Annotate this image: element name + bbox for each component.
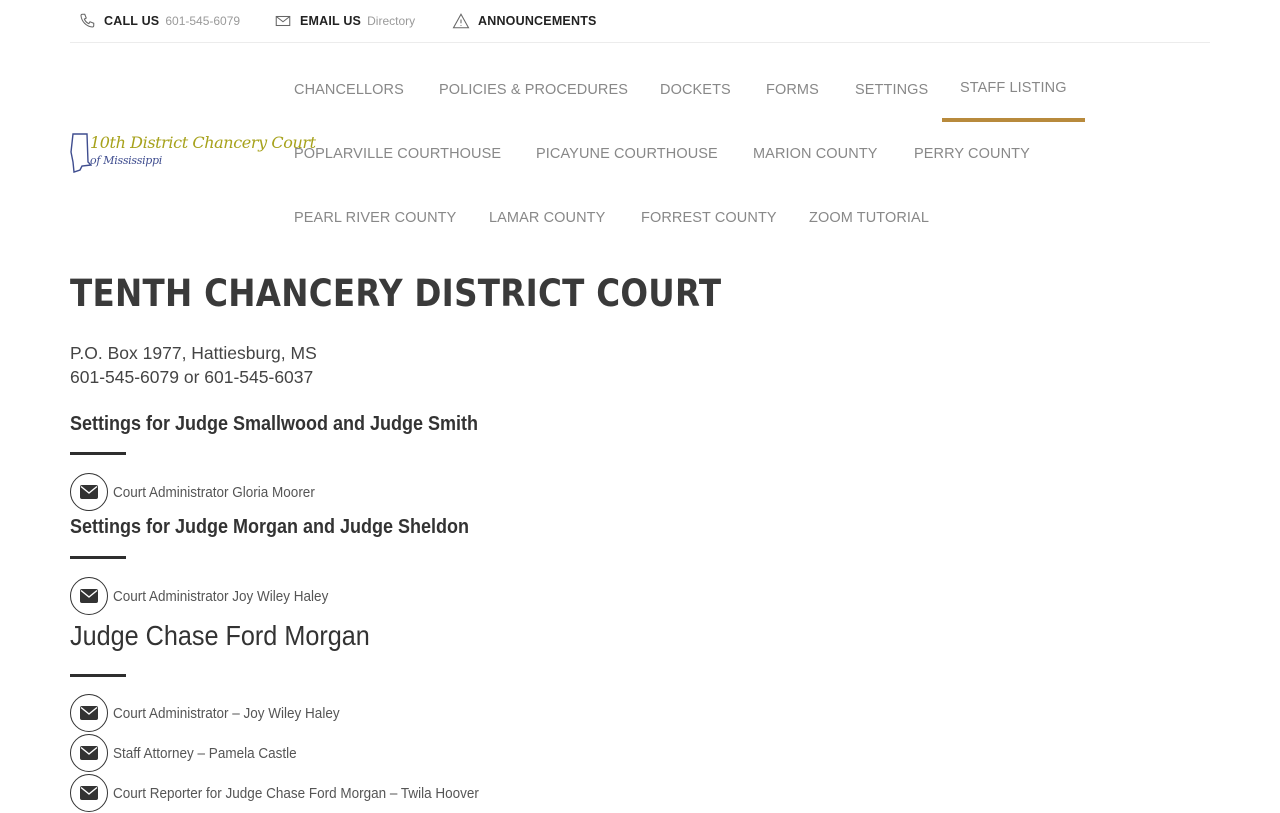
top-bar: CALL US 601-545-6079 EMAIL US Directory … (70, 0, 1210, 43)
nav-picayune-courthouse[interactable]: PICAYUNE COURTHOUSE (536, 122, 718, 186)
contact-staff-attorney[interactable]: Staff Attorney – Pamela Castle (70, 733, 317, 773)
email-icon[interactable] (70, 774, 108, 812)
judge-heading: Judge Chase Ford Morgan (70, 620, 370, 651)
heading-divider (70, 452, 126, 455)
contact-label[interactable]: Court Administrator – Joy Wiley Haley (113, 705, 340, 722)
email-icon[interactable] (70, 473, 108, 511)
contact-label[interactable]: Court Reporter for Judge Chase Ford Morg… (113, 785, 479, 802)
call-us-link[interactable]: CALL US 601-545-6079 (78, 10, 240, 32)
call-us-number: 601-545-6079 (165, 14, 241, 28)
email-icon[interactable] (70, 577, 108, 615)
nav-staff-listing[interactable]: STAFF LISTING (942, 58, 1085, 122)
contact-label[interactable]: Court Administrator Joy Wiley Haley (113, 588, 328, 605)
phone-numbers: 601-545-6079 or 601-545-6037 (70, 367, 314, 387)
nav-poplarville-courthouse[interactable]: POPLARVILLE COURTHOUSE (294, 122, 501, 186)
contact-gloria-moorer[interactable]: Court Administrator Gloria Moorer (70, 472, 337, 512)
nav-forrest-county[interactable]: FORREST COUNTY (641, 186, 777, 250)
nav-marion-county[interactable]: MARION COUNTY (753, 122, 878, 186)
phone-icon (80, 13, 95, 28)
email-icon[interactable] (70, 694, 108, 732)
contact-label[interactable]: Staff Attorney – Pamela Castle (113, 745, 297, 762)
nav-chancellors[interactable]: CHANCELLORS (294, 58, 404, 122)
call-us-label: CALL US (104, 14, 160, 28)
email-us-link[interactable]: EMAIL US Directory (274, 10, 415, 32)
email-icon[interactable] (70, 734, 108, 772)
contact-court-administrator[interactable]: Court Administrator – Joy Wiley Haley (70, 693, 365, 733)
address-line: P.O. Box 1977, Hattiesburg, MS (70, 343, 317, 363)
section-heading-morgan-sheldon: Settings for Judge Morgan and Judge Shel… (70, 516, 470, 538)
heading-divider (70, 556, 126, 559)
nav-perry-county[interactable]: PERRY COUNTY (914, 122, 1030, 186)
contact-label[interactable]: Court Administrator Gloria Moorer (113, 484, 315, 501)
logo-title: 10th District Chancery Court (90, 133, 316, 152)
nav-forms[interactable]: FORMS (766, 58, 819, 122)
nav-pearl-river-county[interactable]: PEARL RIVER COUNTY (294, 186, 456, 250)
nav-lamar-county[interactable]: LAMAR COUNTY (489, 186, 605, 250)
page-title: TENTH CHANCERY DISTRICT COURT (70, 272, 722, 315)
nav-dockets[interactable]: DOCKETS (660, 58, 731, 122)
email-us-directory: Directory (367, 14, 416, 28)
site-logo[interactable]: 10th District Chancery Court of Mississi… (70, 128, 316, 180)
contact-joy-wiley-haley[interactable]: Court Administrator Joy Wiley Haley (70, 576, 352, 616)
section-heading-smallwood-smith: Settings for Judge Smallwood and Judge S… (70, 413, 479, 435)
announcements-link[interactable]: ANNOUNCEMENTS (452, 10, 597, 32)
logo-subtitle: of Mississippi (90, 154, 162, 167)
envelope-icon (275, 15, 291, 27)
warning-icon (452, 13, 470, 29)
announcements-label: ANNOUNCEMENTS (478, 14, 597, 28)
heading-divider (70, 674, 126, 677)
nav-policies-procedures[interactable]: POLICIES & PROCEDURES (439, 58, 628, 122)
nav-zoom-tutorial[interactable]: ZOOM TUTORIAL (809, 186, 929, 250)
email-us-label: EMAIL US (300, 14, 362, 28)
mississippi-map-icon (70, 133, 92, 173)
nav-settings[interactable]: SETTINGS (855, 58, 928, 122)
contact-court-reporter[interactable]: Court Reporter for Judge Chase Ford Morg… (70, 773, 520, 813)
